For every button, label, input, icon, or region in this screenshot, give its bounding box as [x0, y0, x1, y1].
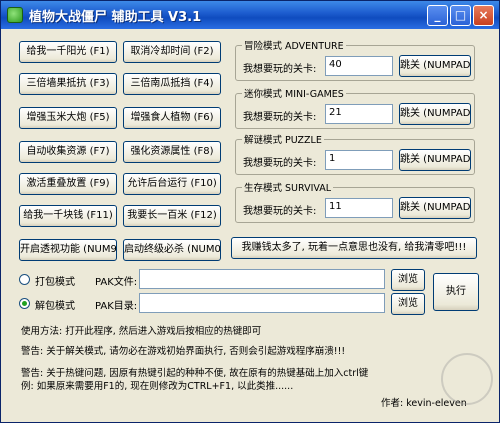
puzzle-level-label: 我想要玩的关卡: [243, 158, 317, 169]
overlap-button[interactable]: 激活重叠放置 (F9) [19, 173, 117, 195]
survival-group-title: 生存模式 SURVIVAL [242, 180, 334, 194]
app-icon [7, 7, 23, 23]
survival-level-label: 我想要玩的关卡: [243, 206, 317, 217]
auto-collect-button[interactable]: 自动收集资源 (F7) [19, 141, 117, 163]
warning-2-line-2: 例: 如果原来需要用F1的, 现在则修改为CTRL+F1, 以此类推...... [21, 381, 294, 392]
minimize-button[interactable]: _ [427, 5, 448, 26]
app-window: 植物大战僵尸 辅助工具 V3.1 _ □ × 给我一千阳光 (F1) 取消冷却时… [0, 0, 500, 423]
watermark-logo [441, 353, 493, 405]
puzzle-jump-button[interactable]: 跳关 (NUMPAD3) [399, 149, 471, 171]
pak-file-input[interactable] [139, 269, 385, 289]
survival-level-input[interactable]: 11 [325, 198, 393, 218]
survival-jump-button[interactable]: 跳关 (NUMPAD4) [399, 197, 471, 219]
browse-dir-button[interactable]: 浏览 [391, 293, 425, 315]
pack-mode-radio[interactable] [19, 274, 30, 285]
wallnut-3x-button[interactable]: 三倍墙果抵抗 (F3) [19, 73, 117, 95]
xray-button[interactable]: 开启透视功能 (NUM9) [19, 239, 117, 261]
pack-mode-label: 打包模式 [35, 277, 75, 288]
adventure-level-label: 我想要玩的关卡: [243, 64, 317, 75]
unpack-mode-radio[interactable] [19, 298, 30, 309]
pak-dir-input[interactable] [139, 293, 385, 313]
title-bar[interactable]: 植物大战僵尸 辅助工具 V3.1 _ □ × [1, 1, 499, 29]
minigames-level-input[interactable]: 21 [325, 104, 393, 124]
grow-100m-button[interactable]: 我要长一百米 (F12) [123, 205, 221, 227]
no-cooldown-button[interactable]: 取消冷却时间 (F2) [123, 41, 221, 63]
browse-file-button[interactable]: 浏览 [391, 269, 425, 291]
close-button[interactable]: × [473, 5, 494, 26]
unpack-mode-label: 解包模式 [35, 301, 75, 312]
puzzle-group-title: 解谜模式 PUZZLE [242, 132, 324, 146]
adventure-level-input[interactable]: 40 [325, 56, 393, 76]
adventure-group-title: 冒险模式 ADVENTURE [242, 38, 346, 52]
coins-1000-button[interactable]: 给我一千块钱 (F11) [19, 205, 117, 227]
minigames-level-label: 我想要玩的关卡: [243, 112, 317, 123]
corn-cannon-button[interactable]: 增强玉米大炮 (F5) [19, 107, 117, 129]
reset-money-button[interactable]: 我赚钱太多了, 玩着一点意思也没有, 给我清零吧!!! [231, 237, 477, 259]
pak-dir-label: PAK目录: [95, 301, 138, 312]
puzzle-level-input[interactable]: 1 [325, 150, 393, 170]
resource-boost-button[interactable]: 强化资源属性 (F8) [123, 141, 221, 163]
usage-text: 使用方法: 打开此程序, 然后进入游戏后按相应的热键即可 [21, 326, 262, 337]
ultimate-button[interactable]: 启动终级必杀 (NUM0) [123, 239, 221, 261]
sun-1000-button[interactable]: 给我一千阳光 (F1) [19, 41, 117, 63]
pak-file-label: PAK文件: [95, 277, 138, 288]
chomper-button[interactable]: 增强食人植物 (F6) [123, 107, 221, 129]
execute-button[interactable]: 执行 [433, 273, 479, 311]
background-run-button[interactable]: 允许后台运行 (F10) [123, 173, 221, 195]
window-title: 植物大战僵尸 辅助工具 V3.1 [29, 10, 202, 25]
minigames-group-title: 迷你模式 MINI-GAMES [242, 86, 346, 100]
adventure-jump-button[interactable]: 跳关 (NUMPAD1) [399, 55, 471, 77]
pumpkin-3x-button[interactable]: 三倍南瓜抵挡 (F4) [123, 73, 221, 95]
warning-2-line-1: 警告: 关于热键问题, 因原有热键引起的种种不便, 故在原有的热键基础上加入ct… [21, 368, 369, 379]
maximize-button[interactable]: □ [450, 5, 471, 26]
warning-1-text: 警告: 关于解关模式, 请勿必在游戏初始界面执行, 否则会引起游戏程序崩溃!!! [21, 346, 346, 357]
minigames-jump-button[interactable]: 跳关 (NUMPAD2) [399, 103, 471, 125]
